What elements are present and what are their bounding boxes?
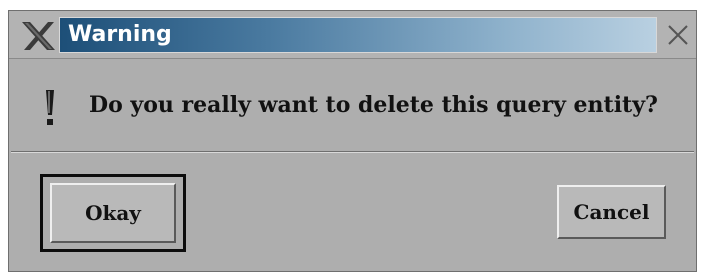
message-area: Do you really want to delete this query … (9, 59, 696, 151)
x-logo-icon[interactable] (19, 20, 59, 52)
dialog-message: Do you really want to delete this query … (89, 92, 658, 118)
exclamation-icon (43, 89, 57, 129)
window-title: Warning (68, 22, 172, 47)
cancel-button[interactable]: Cancel (557, 185, 666, 239)
warning-dialog: Warning Do you really want to delete thi… (8, 10, 697, 272)
separator (11, 151, 694, 153)
title-bar[interactable]: Warning (9, 11, 696, 59)
okay-button[interactable]: Okay (50, 183, 176, 243)
title-area[interactable]: Warning (59, 17, 657, 53)
close-icon[interactable] (662, 19, 694, 51)
